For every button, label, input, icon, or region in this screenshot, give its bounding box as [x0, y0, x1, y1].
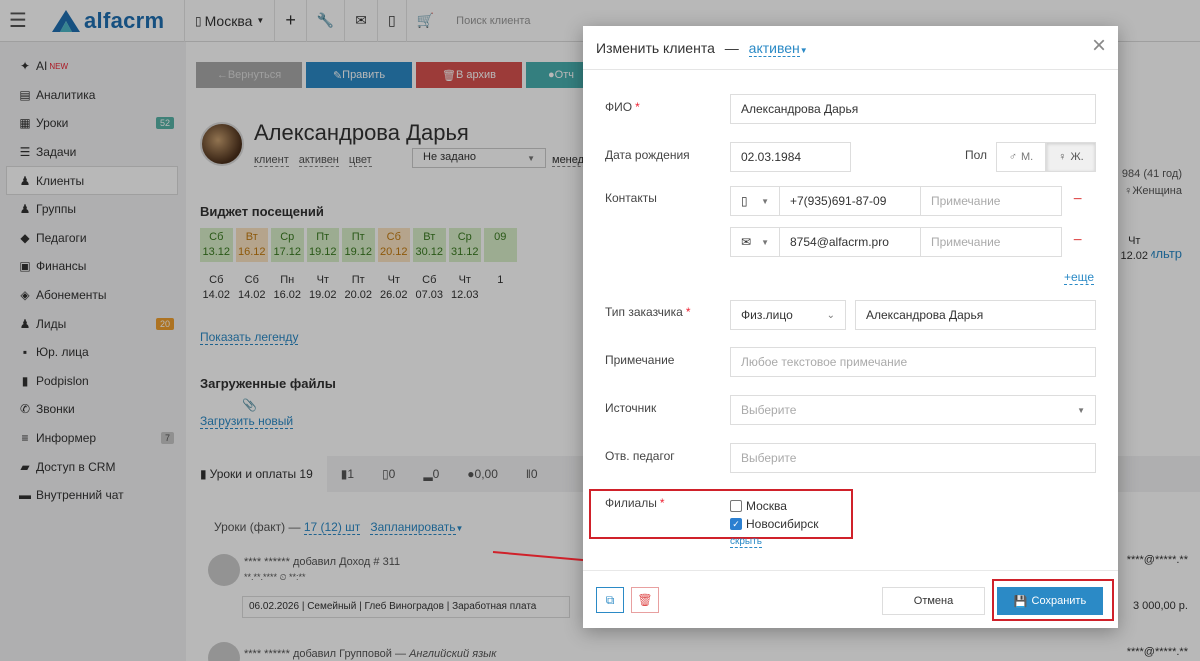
close-icon[interactable]: ×	[1092, 34, 1106, 58]
email-type-select[interactable]: ✉ ▼	[730, 227, 780, 257]
source-label: Источник	[605, 401, 657, 415]
dob-label: Дата рождения	[605, 148, 690, 162]
source-select[interactable]: Выберите ▼	[730, 395, 1096, 425]
checkbox-checked-icon: ✓	[730, 518, 742, 530]
gender-label: Пол	[965, 148, 988, 162]
mail-icon: ✉	[741, 235, 752, 249]
remove-phone-icon[interactable]: −	[1073, 191, 1082, 209]
male-icon: ♂	[1008, 151, 1017, 163]
hide-branches-link[interactable]: скрыть	[730, 536, 762, 548]
copy-icon[interactable]: ⧉	[596, 587, 624, 613]
save-button[interactable]: 💾 Сохранить	[997, 587, 1103, 615]
branch-novosibirsk-checkbox[interactable]: ✓ Новосибирск	[730, 517, 818, 531]
fio-input[interactable]: Александрова Дарья	[730, 94, 1096, 124]
modal-dash: —	[724, 40, 739, 56]
email-input[interactable]: 8754@alfacrm.pro	[779, 227, 921, 257]
email-note-input[interactable]: Примечание	[920, 227, 1062, 257]
customer-name-input[interactable]: Александрова Дарья	[855, 300, 1096, 330]
edit-client-modal: Изменить клиента — активен▼ × ФИО * Алекс…	[583, 26, 1118, 628]
female-icon: ♀	[1058, 151, 1067, 163]
cancel-button[interactable]: Отмена	[882, 587, 985, 615]
modal-title: Изменить клиента	[596, 40, 715, 56]
phone-input[interactable]: +7(935)691-87-09	[779, 186, 921, 216]
dob-input[interactable]: 02.03.1984	[730, 142, 851, 172]
customer-type-select[interactable]: Физ.лицо ⌄	[730, 300, 846, 330]
note-textarea[interactable]: Любое текстовое примечание	[730, 347, 1096, 377]
modal-header: Изменить клиента — активен▼	[583, 26, 1118, 70]
gender-female-button[interactable]: ♀ Ж.	[1046, 142, 1096, 172]
status-dropdown[interactable]: активен	[748, 40, 800, 57]
contacts-label: Контакты	[605, 191, 657, 205]
phone-note-input[interactable]: Примечание	[920, 186, 1062, 216]
mobile-icon: ▯	[741, 194, 748, 208]
remove-email-icon[interactable]: −	[1073, 232, 1082, 250]
branches-label: Филиалы *	[605, 496, 665, 510]
branch-moscow-checkbox[interactable]: Москва	[730, 499, 787, 513]
teacher-select[interactable]: Выберите	[730, 443, 1096, 473]
fio-label: ФИО *	[605, 100, 640, 114]
floppy-icon: 💾	[1013, 595, 1028, 608]
add-contact-link[interactable]: +еще	[1064, 270, 1095, 285]
teacher-label: Отв. педагог	[605, 449, 675, 463]
checkbox-icon	[730, 500, 742, 512]
gender-male-button[interactable]: ♂ М.	[996, 142, 1046, 172]
customer-type-label: Тип заказчика *	[605, 305, 691, 319]
note-label: Примечание	[605, 353, 675, 367]
phone-type-select[interactable]: ▯ ▼	[730, 186, 780, 216]
trash-icon[interactable]: 🗑	[631, 587, 659, 613]
modal-footer-divider	[583, 570, 1118, 571]
